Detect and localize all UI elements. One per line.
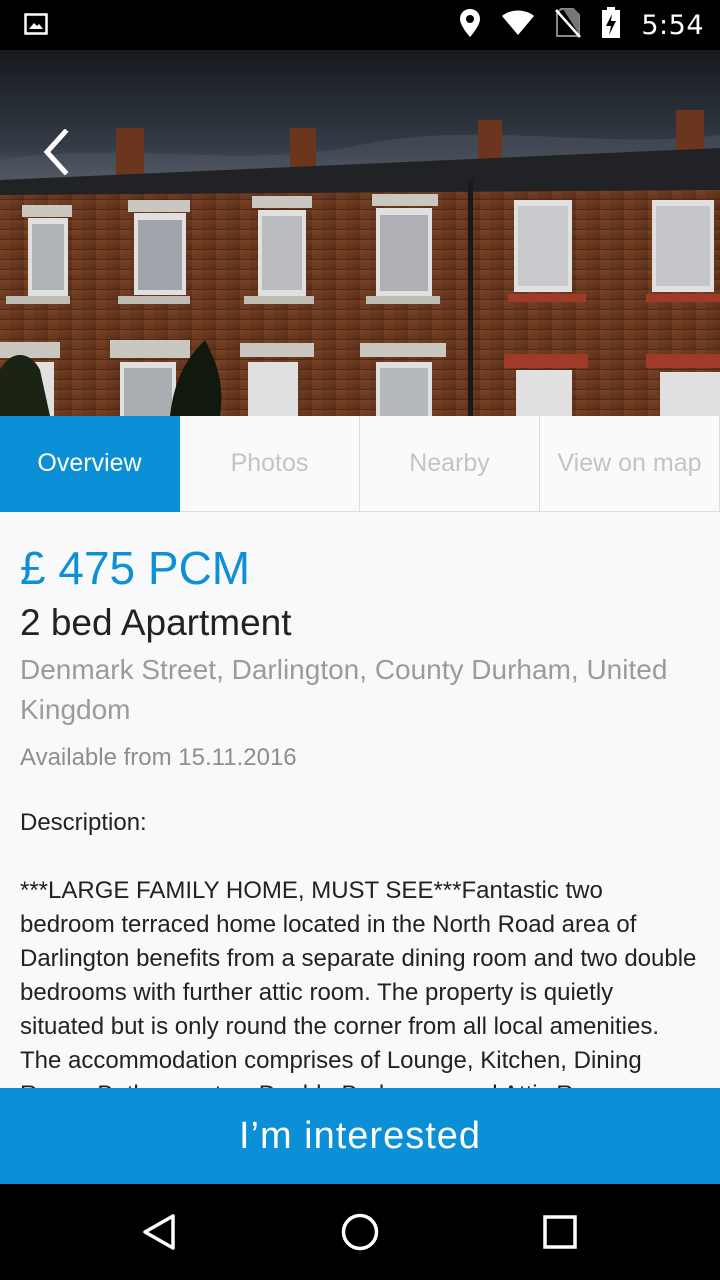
- wifi-icon: [501, 10, 535, 41]
- tab-overview[interactable]: Overview: [0, 416, 180, 512]
- nav-recents-button[interactable]: [536, 1208, 584, 1256]
- status-icons: 5:54: [459, 6, 704, 44]
- back-triangle-icon: [143, 1214, 175, 1250]
- chevron-left-icon: [43, 129, 69, 175]
- status-time: 5:54: [641, 9, 704, 41]
- tab-nearby[interactable]: Nearby: [360, 416, 540, 512]
- nav-home-button[interactable]: [336, 1208, 384, 1256]
- system-nav-bar: [0, 1184, 720, 1280]
- location-icon: [459, 8, 481, 43]
- description-text: ***LARGE FAMILY HOME, MUST SEE***Fantast…: [20, 877, 697, 1088]
- home-circle-icon: [341, 1213, 379, 1251]
- tab-view-on-map[interactable]: View on map: [540, 416, 720, 512]
- overview-content[interactable]: £ 475 PCM 2 bed Apartment Denmark Street…: [0, 512, 720, 1088]
- no-sim-icon: [555, 7, 582, 43]
- recents-square-icon: [543, 1215, 577, 1249]
- status-bar: 5:54: [0, 0, 720, 50]
- listing-address: Denmark Street, Darlington, County Durha…: [20, 654, 668, 725]
- battery-charging-icon: [601, 6, 621, 44]
- description-heading: Description:: [20, 809, 147, 836]
- image-notification-icon: [24, 13, 48, 35]
- availability-date: Available from 15.11.2016: [20, 744, 297, 771]
- property-hero-image: [0, 50, 720, 416]
- nav-back-button[interactable]: [136, 1208, 184, 1256]
- detail-tabs: Overview Photos Nearby View on map: [0, 416, 720, 512]
- tab-photos[interactable]: Photos: [180, 416, 360, 512]
- listing-price: £ 475 PCM: [20, 542, 251, 594]
- im-interested-button[interactable]: I’m interested: [0, 1088, 720, 1184]
- listing-title: 2 bed Apartment: [20, 602, 292, 643]
- back-button[interactable]: [30, 122, 82, 182]
